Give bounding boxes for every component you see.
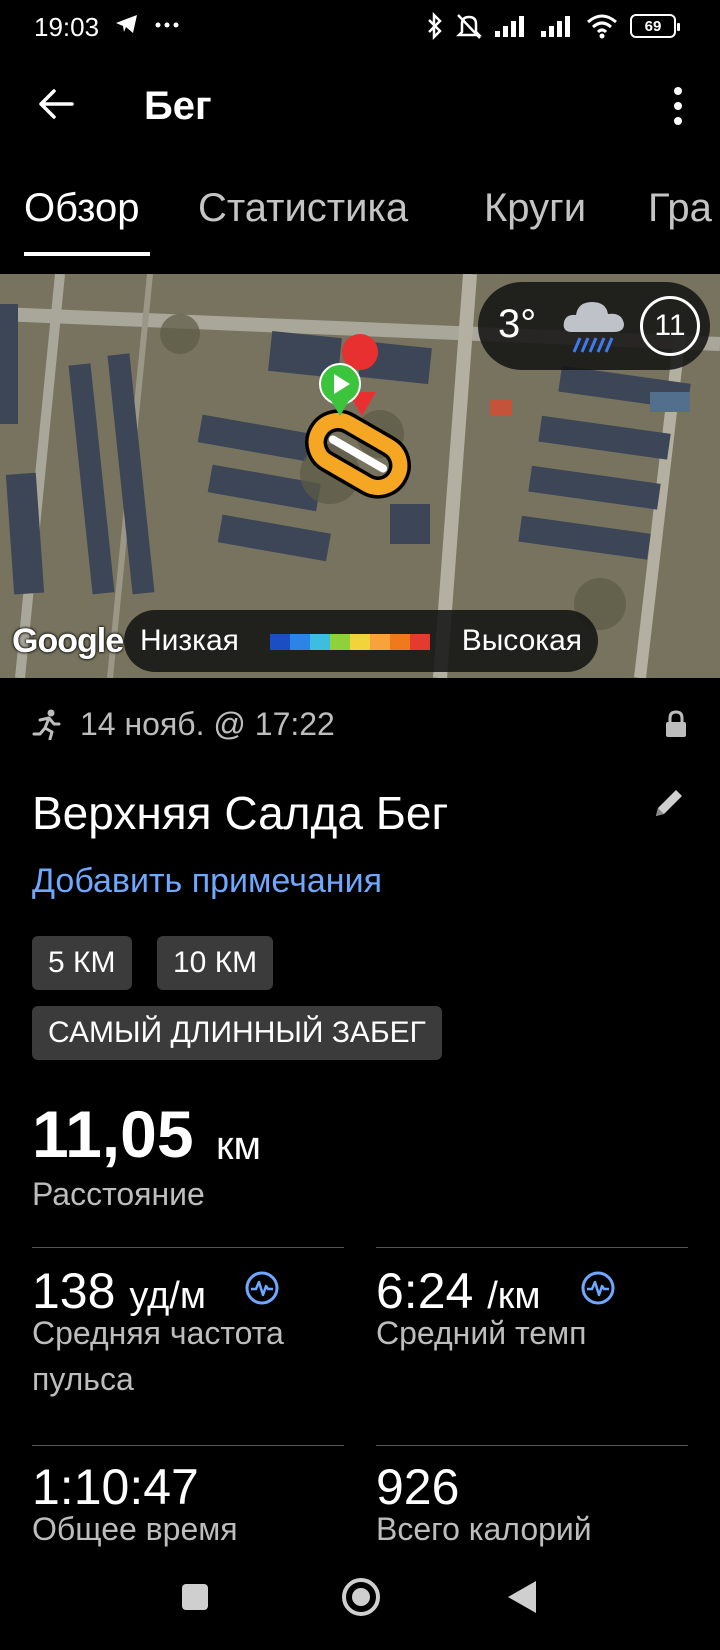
weather-widget: 3° 11 xyxy=(478,282,710,370)
total-calories-label: Всего калорий xyxy=(376,1511,592,1547)
home-circle-icon xyxy=(352,1588,370,1606)
status-time: 19:03 xyxy=(34,12,100,42)
route-map[interactable]: 3° 11 Google Низкая Высокая xyxy=(0,274,720,678)
legend-color-swatch xyxy=(350,634,370,650)
overflow-menu-button[interactable] xyxy=(658,78,698,134)
recent-apps-button[interactable] xyxy=(182,1584,208,1610)
divider xyxy=(32,1445,344,1446)
running-icon xyxy=(32,709,61,740)
avg-heart-rate-label: Средняя частота пульса xyxy=(32,1315,284,1397)
system-navigation-bar xyxy=(0,1554,720,1650)
telegram-icon xyxy=(116,15,137,33)
legend-color-swatch xyxy=(390,634,410,650)
badge-longest-run: САМЫЙ ДЛИННЫЙ ЗАБЕГ xyxy=(32,1006,442,1060)
legend-low-label: Низкая xyxy=(140,624,239,657)
edit-pencil-icon[interactable] xyxy=(652,786,686,820)
bell-off-icon xyxy=(456,14,482,39)
distance-label: Расстояние xyxy=(32,1176,205,1212)
status-bar: 19:03 69 xyxy=(0,0,720,56)
legend-high-label: Высокая xyxy=(461,624,582,657)
add-notes-link[interactable]: Добавить примечания xyxy=(32,862,382,901)
legend-color-swatch xyxy=(370,634,390,650)
divider xyxy=(376,1247,688,1248)
badge-5km: 5 КМ xyxy=(32,936,132,990)
legend-color-swatch xyxy=(290,634,310,650)
badge-10km: 10 КМ xyxy=(157,936,274,990)
activity-date: 14 нояб. @ 17:22 xyxy=(80,706,335,742)
wind-speed-badge: 11 xyxy=(640,296,700,356)
heart-rate-sensor-icon[interactable] xyxy=(244,1270,280,1306)
page-title: Бег xyxy=(144,84,212,128)
tab-laps[interactable]: Круги xyxy=(484,186,586,231)
legend-color-swatch xyxy=(310,634,330,650)
legend-color-swatch xyxy=(410,634,430,650)
tab-graphs[interactable]: Гра xyxy=(648,186,712,231)
legend-color-scale xyxy=(270,634,430,650)
legend-color-swatch xyxy=(330,634,350,650)
battery-icon: 69 xyxy=(630,14,680,38)
activity-meta-row: 14 нояб. @ 17:22 xyxy=(32,706,688,746)
active-tab-indicator xyxy=(24,252,150,256)
more-dots-icon xyxy=(155,22,179,28)
app-bar: Бег xyxy=(0,56,720,156)
distance-value: 11,05 xyxy=(32,1097,194,1171)
divider xyxy=(376,1445,688,1446)
home-button[interactable] xyxy=(342,1578,380,1616)
status-right-icons: 69 xyxy=(426,12,680,40)
heart-rate-sensor-icon[interactable] xyxy=(580,1270,616,1306)
divider xyxy=(32,1247,344,1248)
arrow-left-icon xyxy=(39,89,74,119)
lock-icon[interactable] xyxy=(664,710,688,738)
system-back-button[interactable] xyxy=(508,1581,536,1613)
avg-pace-label: Средний темп xyxy=(376,1315,587,1351)
legend-color-swatch xyxy=(270,634,290,650)
rain-cloud-icon xyxy=(563,302,624,353)
google-logo: Google xyxy=(12,622,124,660)
tab-bar: Обзор Статистика Круги Гра xyxy=(0,170,720,256)
more-vert-icon xyxy=(674,87,682,95)
total-time-label: Общее время xyxy=(32,1511,238,1547)
signal-icon xyxy=(541,16,570,37)
intensity-legend: Низкая Высокая xyxy=(124,610,598,672)
weather-temperature: 3° xyxy=(498,302,537,346)
signal-icon xyxy=(495,16,524,37)
tab-overview[interactable]: Обзор xyxy=(24,186,140,231)
wifi-icon xyxy=(587,14,617,39)
status-left-icons xyxy=(114,12,180,36)
back-button[interactable] xyxy=(30,78,82,130)
distance-unit: км xyxy=(216,1124,261,1168)
bluetooth-icon xyxy=(428,12,442,40)
activity-title: Верхняя Салда Бег xyxy=(32,787,449,839)
tab-statistics[interactable]: Статистика xyxy=(198,186,408,231)
